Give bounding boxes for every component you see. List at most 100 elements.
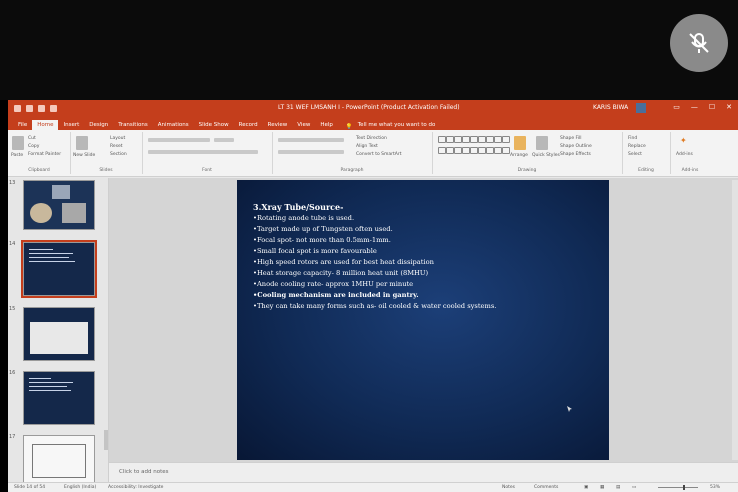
language-indicator[interactable]: English (India) <box>64 485 96 490</box>
thumbnail-number: 17 <box>9 434 16 440</box>
mic-muted-button[interactable] <box>670 14 728 72</box>
slide-thumbnail[interactable] <box>23 307 95 361</box>
alignment-buttons[interactable] <box>278 150 344 154</box>
slide-thumbnail[interactable] <box>23 371 95 425</box>
select-button[interactable]: Select <box>628 152 642 157</box>
comments-button[interactable]: Comments <box>534 485 558 490</box>
tab-slide-show[interactable]: Slide Show <box>194 120 234 130</box>
slide-bullet: •Target made up of Tungsten often used. <box>253 225 393 233</box>
thumbnail-number: 16 <box>9 370 16 376</box>
slide-thumbnail-selected[interactable] <box>21 240 97 298</box>
tab-file[interactable]: File <box>13 120 32 130</box>
group-slides: New Slide Layout Reset Section Slides <box>70 132 143 174</box>
arrange-button[interactable]: Arrange <box>510 153 528 158</box>
zoom-slider[interactable] <box>658 485 698 490</box>
new-slide-icon[interactable] <box>76 136 88 150</box>
present-icon[interactable] <box>50 104 57 112</box>
title-bar: LT 31 WEF LMSANH I - PowerPoint (Product… <box>8 100 738 116</box>
notes-pane[interactable]: Click to add notes <box>109 462 738 483</box>
replace-button[interactable]: Replace <box>628 144 646 149</box>
tab-transitions[interactable]: Transitions <box>113 120 152 130</box>
slide-bullet: •Small focal spot is more favourable <box>253 247 377 255</box>
zoom-level[interactable]: 53% <box>710 485 720 490</box>
shapes-gallery[interactable] <box>438 136 510 156</box>
slide-thumbnail[interactable] <box>23 435 95 485</box>
tell-me-search[interactable]: Tell me what you want to do <box>353 120 441 130</box>
minimize-icon[interactable]: — <box>691 103 698 111</box>
close-icon[interactable]: ✕ <box>726 103 732 111</box>
slide-sorter-icon[interactable]: ▦ <box>600 485 604 490</box>
ribbon-tabs: File Home Insert Design Transitions Anim… <box>8 116 738 130</box>
tab-help[interactable]: Help <box>315 120 338 130</box>
copy-button[interactable]: Copy <box>28 144 39 149</box>
find-button[interactable]: Find <box>628 136 637 141</box>
paste-icon[interactable] <box>12 136 24 150</box>
quick-styles-icon[interactable] <box>536 136 548 150</box>
group-label: Slides <box>99 168 113 173</box>
convert-smartart-button[interactable]: Convert to SmartArt <box>356 152 401 157</box>
undo-icon[interactable] <box>26 104 33 112</box>
tab-design[interactable]: Design <box>84 120 113 130</box>
slide-canvas[interactable]: 3.Xray Tube/Source- •Rotating anode tube… <box>237 180 609 460</box>
group-label: Clipboard <box>28 168 50 173</box>
status-bar: Slide 14 of 54 English (India) Accessibi… <box>8 482 738 492</box>
reset-button[interactable]: Reset <box>110 144 123 149</box>
format-painter-button[interactable]: Format Painter <box>28 152 61 157</box>
thumbnail-number: 13 <box>9 180 16 186</box>
arrange-icon[interactable] <box>514 136 526 150</box>
slide-thumbnail[interactable] <box>23 180 95 230</box>
list-buttons[interactable] <box>278 138 344 142</box>
group-font: Font <box>142 132 273 174</box>
layout-button[interactable]: Layout <box>110 136 125 141</box>
tab-record[interactable]: Record <box>234 120 263 130</box>
group-editing: Find Replace Select Editing <box>622 132 671 174</box>
cut-button[interactable]: Cut <box>28 136 36 141</box>
group-paragraph: Text Direction Align Text Convert to Sma… <box>272 132 433 174</box>
ribbon-display-icon[interactable]: ▭ <box>673 103 680 111</box>
paste-button[interactable]: Paste <box>11 153 23 158</box>
slideshow-icon[interactable]: ▭ <box>632 485 636 490</box>
tab-review[interactable]: Review <box>263 120 293 130</box>
section-button[interactable]: Section <box>110 152 127 157</box>
tab-home[interactable]: Home <box>32 120 59 130</box>
addins-icon[interactable]: ✦ <box>680 136 687 145</box>
shape-effects-button[interactable]: Shape Effects <box>560 152 591 157</box>
thumbnail-number: 15 <box>9 306 16 312</box>
group-label: Add-ins <box>681 168 699 173</box>
slide-scrollbar[interactable] <box>732 180 738 460</box>
text-direction-button[interactable]: Text Direction <box>356 136 387 141</box>
font-size-select[interactable] <box>214 138 234 142</box>
new-slide-button[interactable]: New Slide <box>73 153 95 158</box>
font-format-buttons[interactable] <box>148 150 258 154</box>
window-title: LT 31 WEF LMSANH I - PowerPoint (Product… <box>278 104 460 111</box>
thumbnail-scrollbar[interactable] <box>104 430 108 450</box>
user-name[interactable]: KARIS BIWA <box>593 104 628 111</box>
group-label: Drawing <box>517 168 537 173</box>
tab-insert[interactable]: Insert <box>58 120 84 130</box>
reading-view-icon[interactable]: ▤ <box>616 485 620 490</box>
addins-button[interactable]: Add-ins <box>676 152 693 157</box>
notes-button[interactable]: Notes <box>502 485 515 490</box>
ribbon: Paste Cut Copy Format Painter Clipboard … <box>8 130 738 177</box>
tab-animations[interactable]: Animations <box>153 120 194 130</box>
group-addins: ✦ Add-ins Add-ins <box>670 132 710 174</box>
thumbnail-number: 14 <box>9 241 16 247</box>
shape-fill-button[interactable]: Shape Fill <box>560 136 582 141</box>
redo-icon[interactable] <box>38 104 45 112</box>
avatar[interactable] <box>636 103 646 113</box>
slide-bullet: •Rotating anode tube is used. <box>253 214 355 222</box>
shape-outline-button[interactable]: Shape Outline <box>560 144 592 149</box>
normal-view-icon[interactable]: ▣ <box>584 485 588 490</box>
group-label: Editing <box>638 168 654 173</box>
tab-view[interactable]: View <box>292 120 315 130</box>
slide-bullet: •Anode cooling rate- approx 1MHU per min… <box>253 280 414 288</box>
accessibility-status[interactable]: Accessibility: Investigate <box>108 485 163 490</box>
align-text-button[interactable]: Align Text <box>356 144 378 149</box>
slide-bullet: •They can take many forms such as- oil c… <box>253 302 497 310</box>
slide-thumbnail-pane: 13 14 15 16 17 <box>8 178 109 485</box>
save-icon[interactable] <box>14 104 21 112</box>
slide-bullet: •Cooling mechanism are included in gantr… <box>253 291 419 299</box>
maximize-icon[interactable]: ☐ <box>709 103 715 111</box>
font-name-select[interactable] <box>148 138 210 142</box>
quick-styles-button[interactable]: Quick Styles <box>532 153 560 158</box>
